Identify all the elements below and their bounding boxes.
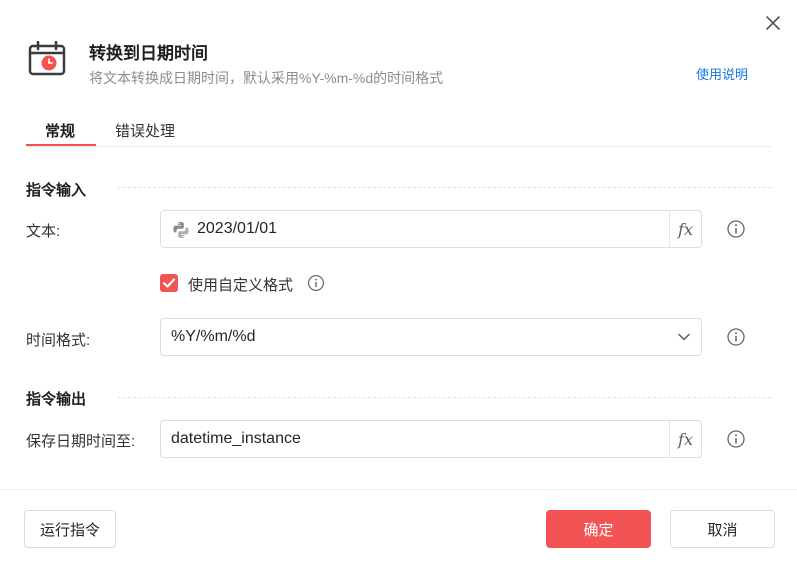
- text-input-value: 2023/01/01: [197, 220, 278, 237]
- tab-bar: 常规 错误处理: [26, 112, 771, 147]
- python-icon: [173, 222, 189, 238]
- format-select-value: %Y/%m/%d: [171, 328, 256, 345]
- chevron-down-icon[interactable]: [677, 330, 691, 344]
- custom-format-label[interactable]: 使用自定义格式: [188, 274, 293, 295]
- save-field-label: 保存日期时间至:: [26, 433, 136, 450]
- confirm-button[interactable]: 确定: [546, 510, 651, 548]
- info-icon[interactable]: [726, 429, 746, 449]
- close-icon: [766, 16, 780, 30]
- run-command-button[interactable]: 运行指令: [24, 510, 116, 548]
- section-divider: [118, 187, 771, 188]
- calendar-clock-icon: [28, 40, 68, 77]
- format-select[interactable]: %Y/%m/%d: [160, 318, 702, 356]
- dialog-title: 转换到日期时间: [89, 44, 208, 63]
- format-field-label: 时间格式:: [26, 332, 91, 349]
- text-input[interactable]: 2023/01/01 fx: [160, 210, 702, 248]
- help-link[interactable]: 使用说明: [696, 64, 748, 83]
- dialog-subtitle: 将文本转换成日期时间，默认采用%Y-%m-%d的时间格式: [89, 70, 444, 86]
- info-icon[interactable]: [726, 327, 746, 347]
- checkmark-icon: [162, 278, 176, 288]
- fx-button[interactable]: fx: [669, 211, 701, 247]
- save-variable-value: datetime_instance: [171, 430, 301, 447]
- info-icon[interactable]: [307, 274, 325, 292]
- output-section-title: 指令输出: [26, 391, 87, 408]
- close-button[interactable]: [763, 13, 783, 33]
- custom-format-checkbox[interactable]: [160, 274, 178, 292]
- tab-error-handling[interactable]: 错误处理: [115, 120, 175, 141]
- footer-divider: [0, 489, 797, 490]
- info-icon[interactable]: [726, 219, 746, 239]
- text-field-label: 文本:: [26, 223, 61, 240]
- section-divider: [118, 397, 771, 398]
- cancel-button[interactable]: 取消: [670, 510, 775, 548]
- tab-general[interactable]: 常规: [45, 120, 75, 141]
- fx-button[interactable]: fx: [669, 421, 701, 457]
- input-section-title: 指令输入: [26, 182, 87, 199]
- active-tab-indicator: [26, 144, 96, 146]
- save-variable-input[interactable]: datetime_instance fx: [160, 420, 702, 458]
